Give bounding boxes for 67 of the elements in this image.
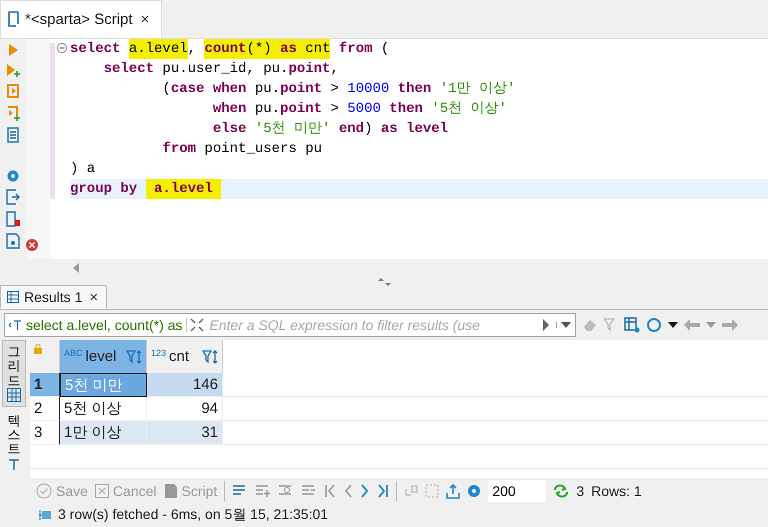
fetch-status-icon	[38, 508, 52, 522]
row-number[interactable]: 1	[30, 373, 60, 397]
settings-icon[interactable]	[6, 169, 20, 183]
fold-icon[interactable]	[57, 43, 67, 53]
table-cell: 1만 이상	[60, 421, 147, 445]
side-tab[interactable]: 그리드	[2, 340, 26, 407]
export-icon[interactable]	[446, 483, 460, 499]
cross-box-icon	[94, 484, 109, 498]
apply-filter-icon	[542, 319, 550, 331]
run-script-new-icon[interactable]	[6, 105, 20, 121]
grid-icon[interactable]	[7, 388, 21, 402]
code-line: select a.level, count(*) as cnt from (	[70, 39, 390, 59]
sql-filter-icon	[8, 319, 22, 331]
table-cell: 31	[147, 421, 223, 445]
last-page-icon[interactable]	[377, 484, 390, 498]
code-line: select pu.user_id, pu.point,	[102, 60, 340, 79]
filter-sort-icon[interactable]	[202, 348, 218, 364]
refresh-count: 3	[576, 483, 584, 499]
code-line: else '5천 미만' end) as level	[212, 120, 450, 139]
dropdown-icon[interactable]	[668, 322, 678, 328]
export-icon[interactable]	[6, 189, 20, 205]
add-row-icon[interactable]	[255, 484, 272, 498]
code-line: from point_users pu	[161, 140, 324, 159]
close-button[interactable]: ×	[87, 288, 100, 306]
fetch-all-icon[interactable]	[425, 484, 440, 498]
eraser-icon[interactable]	[582, 318, 598, 332]
query-text: select a.level, count(*) as	[25, 317, 184, 333]
status-message: 3 row(s) fetched - 6ms, on 5월 15, 21:35:01	[58, 506, 328, 524]
back-icon[interactable]	[684, 319, 700, 331]
script-icon	[7, 11, 19, 27]
code-line: (case when pu.point > 10000 then '1만 이상'	[161, 80, 516, 99]
expand-icon[interactable]	[190, 318, 204, 332]
fetch-size-field[interactable]: 200	[488, 480, 546, 502]
scroll-left-icon[interactable]	[72, 263, 80, 273]
filter-icon[interactable]	[604, 318, 618, 332]
rows-count: Rows: 1	[591, 483, 642, 499]
run-new-icon[interactable]	[6, 63, 20, 77]
code-line: when pu.point > 5000 then '5천 이상'	[212, 100, 508, 119]
results-tab[interactable]: Results 1 ×	[0, 285, 108, 309]
next-icon[interactable]	[360, 484, 370, 498]
code-line: ) a	[70, 160, 96, 179]
table-cell: 146	[147, 373, 223, 397]
filter-bar[interactable]: select a.level, count(*) as Enter a SQL expression to filter results (use	[4, 313, 576, 337]
previous-icon[interactable]	[343, 484, 354, 498]
side-tab[interactable]: 텍스트	[2, 408, 26, 476]
table-settings-icon[interactable]	[624, 317, 640, 333]
fetch-next-icon[interactable]	[404, 484, 418, 498]
forward-icon[interactable]	[722, 319, 738, 331]
document-icon	[164, 483, 178, 499]
first-page-icon[interactable]	[324, 484, 336, 498]
explain-plan-icon[interactable]	[7, 127, 19, 143]
check-circle-icon	[36, 483, 52, 499]
filter-sort-icon[interactable]	[126, 348, 142, 364]
editor-tab[interactable]: *<sparta> Script ×	[0, 0, 162, 38]
run-script-icon[interactable]	[6, 83, 20, 99]
filter-field[interactable]: Enter a SQL expression to filter results (use	[207, 316, 542, 334]
table-cell: 5천 미만	[60, 373, 147, 397]
dropdown-icon	[561, 322, 571, 328]
variables-icon[interactable]	[6, 233, 20, 249]
lock-icon	[34, 344, 42, 354]
settings-icon[interactable]	[467, 484, 482, 498]
row-number[interactable]: 2	[30, 397, 60, 421]
text-icon[interactable]	[7, 456, 21, 471]
document-error-icon[interactable]	[6, 211, 20, 227]
table-icon	[7, 291, 19, 303]
close-button[interactable]: ×	[138, 10, 152, 28]
run-icon[interactable]	[7, 43, 19, 57]
